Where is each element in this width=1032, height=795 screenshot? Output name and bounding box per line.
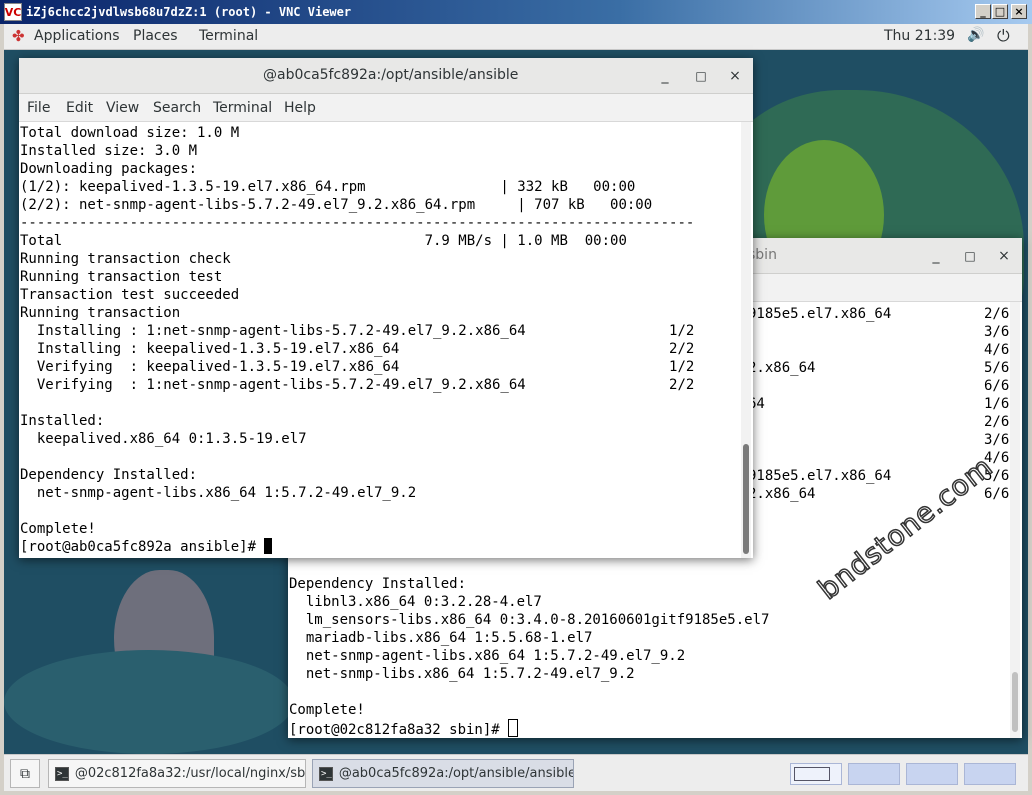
front-close-button[interactable]: × [725,66,745,86]
terminal-line: Running transaction [20,305,181,321]
terminal-line: Dependency Installed: [20,467,198,483]
vnc-logo-icon: VC [4,3,22,21]
taskbar-item-ansible-terminal[interactable]: >_ @ab0ca5fc892a:/opt/ansible/ansible [312,759,574,788]
terminal-line: Total 7.9 MB/s | 1.0 MB 00:00 [20,233,627,249]
terminal-line: Installed size: 3.0 M [20,143,198,159]
menu-terminal[interactable]: Terminal [213,100,272,116]
power-icon[interactable]: ⏻ [997,26,1010,46]
terminal-line: Running transaction check [20,251,231,267]
front-terminal-prompt-line[interactable]: [root@ab0ca5fc892a ansible]# [20,538,273,556]
terminal-line: Running transaction test [20,269,223,285]
terminal-line: ----------------------------------------… [20,215,695,231]
front-window-menubar: File Edit View Search Terminal Help [19,94,753,122]
terminal-line: 9185e5.el7.x86_64 2/6 [748,306,1010,322]
vnc-close-button[interactable]: × [1011,4,1027,19]
front-terminal-output: Total download size: 1.0 M Installed size… [20,124,694,538]
workspace-1[interactable] [790,763,842,785]
workspace-3[interactable] [906,763,958,785]
terminal-line: net-snmp-agent-libs.x86_64 1:5.7.2-49.el… [289,648,686,664]
front-window-title: @ab0ca5fc892a:/opt/ansible/ansible [263,67,519,83]
applications-icon: ✤ [12,27,25,45]
terminal-line: Installing : keepalived-1.3.5-19.el7.x86… [20,341,695,357]
taskbar-item-label: @02c812fa8a32:/usr/local/nginx/sbin [74,766,306,781]
taskbar-item-nginx-terminal[interactable]: >_ @02c812fa8a32:/usr/local/nginx/sbin [48,759,306,788]
vnc-maximize-button[interactable]: □ [992,4,1008,19]
back-terminal-output: Dependency Installed: libnl3.x86_64 0:3.… [289,575,769,719]
front-terminal-prompt: [root@ab0ca5fc892a ansible]# [20,539,265,555]
bottom-taskbar: ⧉ >_ @02c812fa8a32:/usr/local/nginx/sbin… [4,754,1028,791]
terminal-line: Verifying : keepalived-1.3.5-19.el7.x86_… [20,359,695,375]
menu-view[interactable]: View [106,100,139,116]
terminal-line: (1/2): keepalived-1.3.5-19.el7.x86_64.rp… [20,179,636,195]
menu-edit[interactable]: Edit [66,100,93,116]
terminal-line: Dependency Installed: [289,576,467,592]
terminal-line: Installing : 1:net-snmp-agent-libs-5.7.2… [20,323,695,339]
terminal-line: 6/6 [748,378,1010,394]
places-menu[interactable]: Places [133,28,178,44]
taskbar-item-label: @ab0ca5fc892a:/opt/ansible/ansible [338,766,574,781]
menu-help[interactable]: Help [284,100,316,116]
back-terminal-prompt: [root@02c812fa8a32 sbin]# [289,722,509,738]
front-window-titlebar[interactable]: @ab0ca5fc892a:/opt/ansible/ansible _ □ × [19,58,753,94]
terminal-line: 64 1/6 [748,396,1010,412]
back-maximize-button[interactable]: □ [960,246,980,266]
front-maximize-button[interactable]: □ [691,66,711,86]
terminal-line: (2/2): net-snmp-agent-libs-5.7.2-49.el7_… [20,197,653,213]
terminal-line: Verifying : 1:net-snmp-agent-libs-5.7.2-… [20,377,695,393]
front-terminal-window[interactable]: @ab0ca5fc892a:/opt/ansible/ansible _ □ ×… [19,58,753,558]
terminal-line: 3/6 [748,432,1010,448]
terminal-line: Complete! [289,702,365,718]
front-scrollbar[interactable] [741,122,751,558]
front-terminal-cursor [264,538,273,554]
wallpaper-shape [4,650,294,754]
terminal-icon: >_ [55,766,69,781]
workspace-4[interactable] [964,763,1016,785]
terminal-line: net-snmp-agent-libs.x86_64 1:5.7.2-49.el… [20,485,417,501]
applications-menu[interactable]: Applications [34,28,120,44]
workspace-window-thumb [794,767,830,781]
front-scrollbar-thumb[interactable] [743,444,749,554]
back-scrollbar-thumb[interactable] [1012,672,1018,732]
terminal-line: net-snmp-libs.x86_64 1:5.7.2-49.el7_9.2 [289,666,635,682]
volume-icon[interactable]: 🔊 [967,27,984,43]
vnc-titlebar[interactable]: VC iZj6chcc2jvdlwsb68u7dzZ:1 (root) - VN… [0,0,1032,24]
terminal-line: 2/6 [748,414,1010,430]
show-desktop-button[interactable]: ⧉ [10,759,40,788]
vnc-minimize-button[interactable]: _ [975,4,991,19]
terminal-line: keepalived.x86_64 0:1.3.5-19.el7 [20,431,307,447]
terminal-line: libnl3.x86_64 0:3.2.28-4.el7 [289,594,542,610]
terminal-app-menu[interactable]: Terminal [199,28,258,44]
terminal-line: Total download size: 1.0 M [20,125,240,141]
terminal-line: Complete! [20,521,96,537]
front-minimize-button[interactable]: _ [655,66,675,86]
back-terminal-prompt-line[interactable]: [root@02c812fa8a32 sbin]# [289,719,519,738]
terminal-line: Transaction test succeeded [20,287,240,303]
clock[interactable]: Thu 21:39 [884,28,955,44]
menu-file[interactable]: File [27,100,50,116]
workspace-2[interactable] [848,763,900,785]
gnome-top-bar: ✤ Applications Places Terminal Thu 21:39… [4,24,1028,50]
terminal-line: 2.x86_64 5/6 [748,360,1010,376]
terminal-line: mariadb-libs.x86_64 1:5.5.68-1.el7 [289,630,593,646]
menu-search[interactable]: Search [153,100,201,116]
vnc-window-title: iZj6chcc2jvdlwsb68u7dzZ:1 (root) - VNC V… [26,5,352,19]
back-minimize-button[interactable]: _ [926,246,946,266]
terminal-line: 3/6 [748,324,1010,340]
back-scrollbar[interactable] [1010,302,1020,738]
terminal-line: lm_sensors-libs.x86_64 0:3.4.0-8.2016060… [289,612,770,628]
back-close-button[interactable]: × [994,246,1014,266]
terminal-line: Downloading packages: [20,161,198,177]
back-terminal-cursor [508,719,519,737]
terminal-line: Installed: [20,413,105,429]
show-desktop-icon: ⧉ [20,765,30,782]
terminal-icon: >_ [319,766,333,781]
terminal-line: 4/6 [748,342,1010,358]
